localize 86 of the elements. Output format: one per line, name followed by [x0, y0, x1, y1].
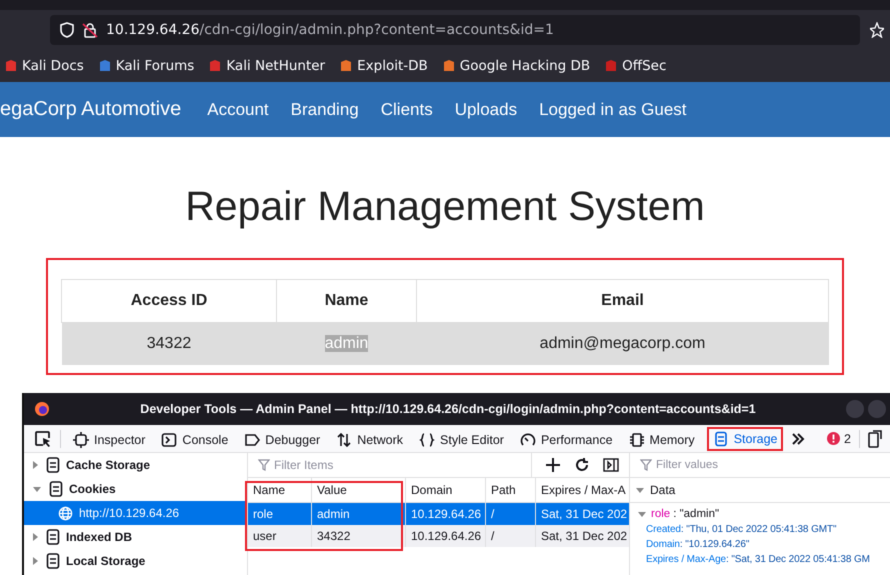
filter-icon	[640, 459, 652, 471]
tree-item[interactable]: Local Storage	[24, 549, 247, 573]
database-icon	[46, 529, 60, 545]
devtools-tab[interactable]: Inspector	[69, 426, 150, 450]
cookie-row[interactable]: role admin 10.129.64.26 / Sat, 31 Dec 202	[248, 503, 629, 525]
bookmark[interactable]: Kali Docs	[4, 58, 84, 74]
table-cell: /	[486, 525, 536, 547]
twisty-icon	[33, 461, 38, 469]
devtools-tab[interactable]: Console	[157, 426, 232, 450]
chip-icon	[628, 432, 645, 448]
table-cell: 34322	[62, 322, 276, 365]
bookmark[interactable]: Google Hacking DB	[442, 58, 590, 74]
database-icon	[49, 481, 63, 497]
table-cell-text: Sat, 31 Dec 202	[540, 528, 628, 545]
field-name: Domain	[646, 539, 680, 550]
column-header[interactable]: Domain	[406, 478, 486, 502]
tree-item[interactable]: Indexed DB	[24, 525, 247, 549]
gauge-icon	[520, 432, 536, 448]
table-cell-text: Sat, 31 Dec 202	[540, 506, 628, 523]
tree-item[interactable]: http://10.129.64.26	[24, 501, 247, 525]
inspector-icon	[73, 432, 89, 448]
column-header: Access ID	[62, 280, 276, 322]
storage-icon	[712, 430, 729, 446]
database-icon	[46, 457, 60, 473]
twisty-icon[interactable]	[638, 512, 646, 516]
table-cell: 34322	[312, 525, 406, 547]
more-tools-button[interactable]	[791, 432, 806, 446]
nav-link[interactable]: Logged in as Guest	[539, 100, 687, 120]
debugger-icon	[244, 432, 260, 448]
cookie-row[interactable]: user 34322 10.129.64.26 / Sat, 31 Dec 202	[248, 525, 629, 547]
twisty-icon	[33, 486, 41, 492]
devtools-tab[interactable]: Performance	[516, 426, 617, 450]
field-value: : "Sat, 31 Dec 2022 05:41:38 GM	[726, 554, 870, 565]
nav-link[interactable]: Branding	[290, 100, 359, 120]
column-header[interactable]: Value	[312, 478, 406, 502]
column-header[interactable]: Path	[486, 478, 536, 502]
element-picker-icon[interactable]	[34, 430, 52, 448]
bookmark[interactable]: Exploit-DB	[339, 58, 428, 74]
window-title: Developer Tools — Admin Panel — http://10.129.64.26/cdn-cgi/login/admin.php?content=accounts&id=1	[139, 402, 757, 416]
field-value: : "Thu, 01 Dec 2022 05:41:38 GMT"	[680, 524, 836, 535]
star-icon[interactable]	[870, 22, 884, 38]
devtools-tab[interactable]: Network	[332, 426, 408, 450]
table-cell: user	[248, 525, 312, 547]
bookmark[interactable]: Kali Forums	[98, 58, 194, 74]
tree-item[interactable]: Cache Storage	[24, 453, 247, 477]
insecure-lock-icon	[82, 22, 98, 38]
page-heading: Repair Management System	[185, 183, 705, 230]
filter-icon	[258, 459, 270, 471]
nav-link[interactable]: Account	[207, 100, 269, 120]
responsive-design-icon[interactable]	[868, 430, 882, 448]
brand-link[interactable]: egaCorp Automotive	[0, 98, 182, 121]
network-arrows-icon	[336, 432, 352, 448]
devtools-tab[interactable]: Storage	[706, 426, 784, 450]
shield-icon	[60, 22, 74, 38]
table-cell: admin	[276, 322, 416, 365]
database-icon	[46, 553, 60, 569]
tree-item[interactable]: Cookies	[24, 477, 247, 501]
section-header[interactable]: Data	[650, 483, 676, 497]
sidebar-toggle-icon[interactable]	[603, 458, 619, 472]
nav-link[interactable]: Uploads	[454, 100, 518, 120]
bookmark[interactable]: Kali NetHunter	[208, 58, 326, 74]
table-cell: admin@megacorp.com	[416, 322, 828, 365]
refresh-icon[interactable]	[574, 457, 590, 473]
browser-logo-icon	[34, 401, 50, 417]
twisty-icon	[33, 533, 38, 541]
url-field[interactable]: 10.129.64.26/cdn-cgi/login/admin.php?content=accounts&id=1	[50, 15, 860, 45]
table-cell: 10.129.64.26	[406, 525, 486, 547]
devtools-tab[interactable]: Style Editor	[415, 426, 508, 450]
devtools-tab[interactable]: Memory	[624, 426, 699, 450]
bookmark[interactable]: OffSec	[604, 58, 666, 74]
column-header: Email	[416, 280, 828, 322]
twisty-icon	[33, 557, 38, 565]
devtools-tab[interactable]: Debugger	[240, 426, 324, 450]
field-name: Created	[646, 524, 681, 535]
column-header[interactable]: Expires / Max-A	[536, 478, 629, 502]
twisty-icon[interactable]	[636, 488, 644, 492]
nav-link[interactable]: Clients	[380, 100, 433, 120]
braces-icon	[419, 432, 436, 448]
field-value: : "10.129.64.26"	[680, 539, 750, 550]
data-key: role	[651, 508, 670, 520]
column-header[interactable]: Name	[248, 478, 312, 502]
globe-icon	[58, 506, 73, 520]
add-icon[interactable]	[545, 457, 561, 473]
console-icon	[161, 432, 178, 448]
data-value: : "admin"	[673, 508, 720, 520]
field-name: Expires / Max-Age	[646, 554, 726, 565]
